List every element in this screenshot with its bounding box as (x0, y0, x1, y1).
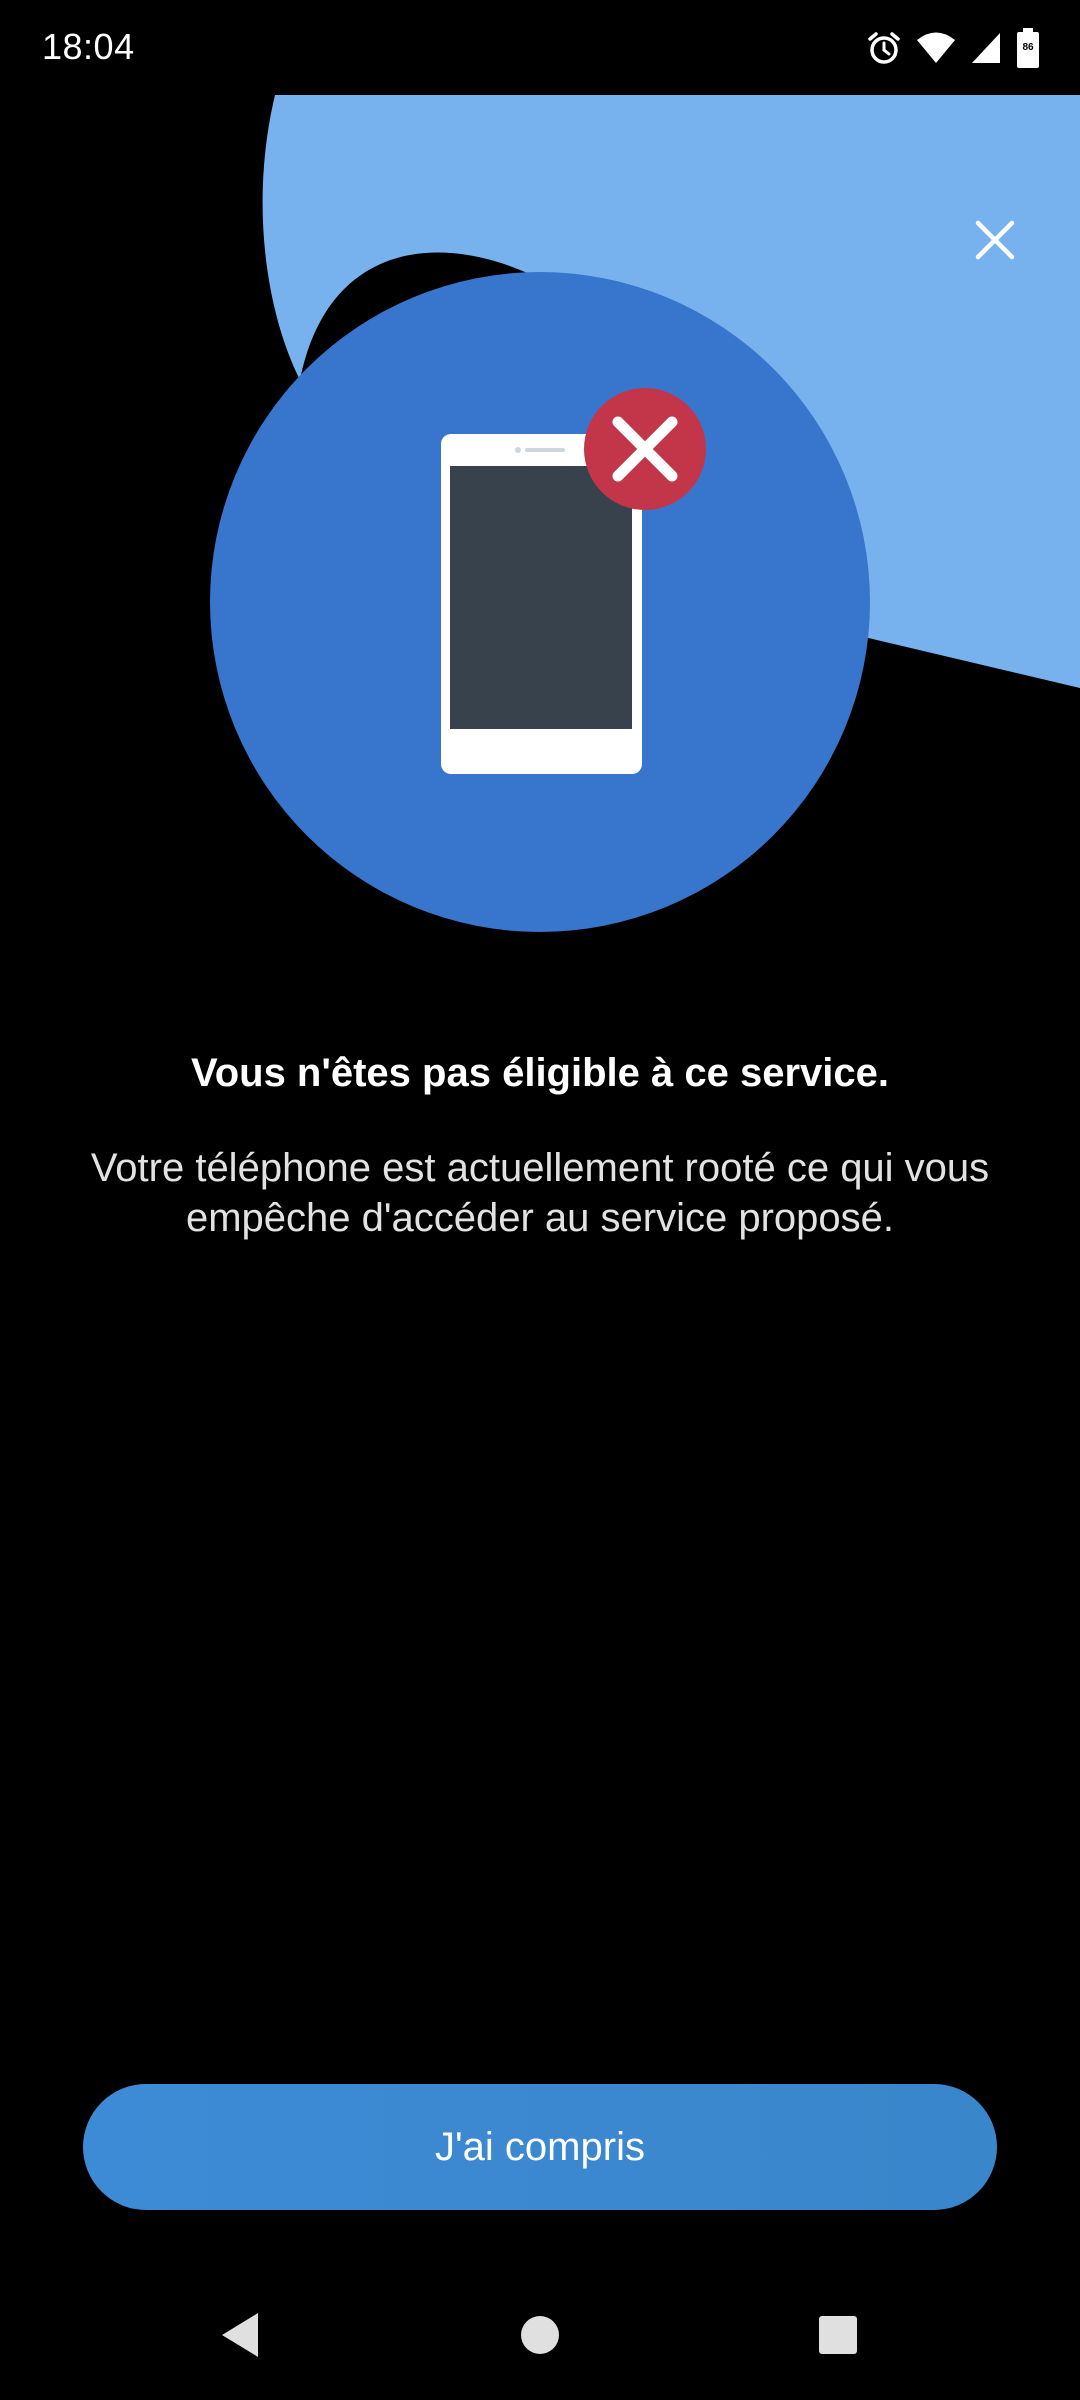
nav-home-button[interactable] (500, 2295, 580, 2375)
close-button[interactable] (950, 195, 1040, 285)
status-icons: 86 (866, 26, 1040, 70)
nav-recents-button[interactable] (798, 2295, 878, 2375)
confirm-button-label: J'ai compris (435, 2124, 645, 2169)
signal-icon (970, 31, 1002, 65)
page-title: Vous n'êtes pas éligible à ce service. (190, 1051, 889, 1095)
battery-level: 86 (1022, 42, 1034, 53)
confirm-button[interactable]: J'ai compris (83, 2084, 997, 2210)
home-icon (521, 2316, 559, 2354)
hero-illustration (0, 95, 1080, 995)
hero-graphic (210, 95, 1080, 932)
close-icon (975, 220, 1015, 260)
message-description: Votre téléphone est actuellement rooté c… (90, 1146, 990, 1240)
wifi-icon (916, 31, 956, 65)
recents-icon (819, 2316, 857, 2354)
status-bar: 18:04 86 (0, 0, 1080, 95)
navigation-bar (0, 2270, 1080, 2400)
battery-icon: 86 (1016, 26, 1040, 70)
alarm-icon (866, 30, 902, 66)
nav-back-button[interactable] (200, 2295, 280, 2375)
error-x-icon (584, 388, 706, 510)
back-icon (222, 2313, 258, 2357)
status-time: 18:04 (42, 26, 135, 67)
